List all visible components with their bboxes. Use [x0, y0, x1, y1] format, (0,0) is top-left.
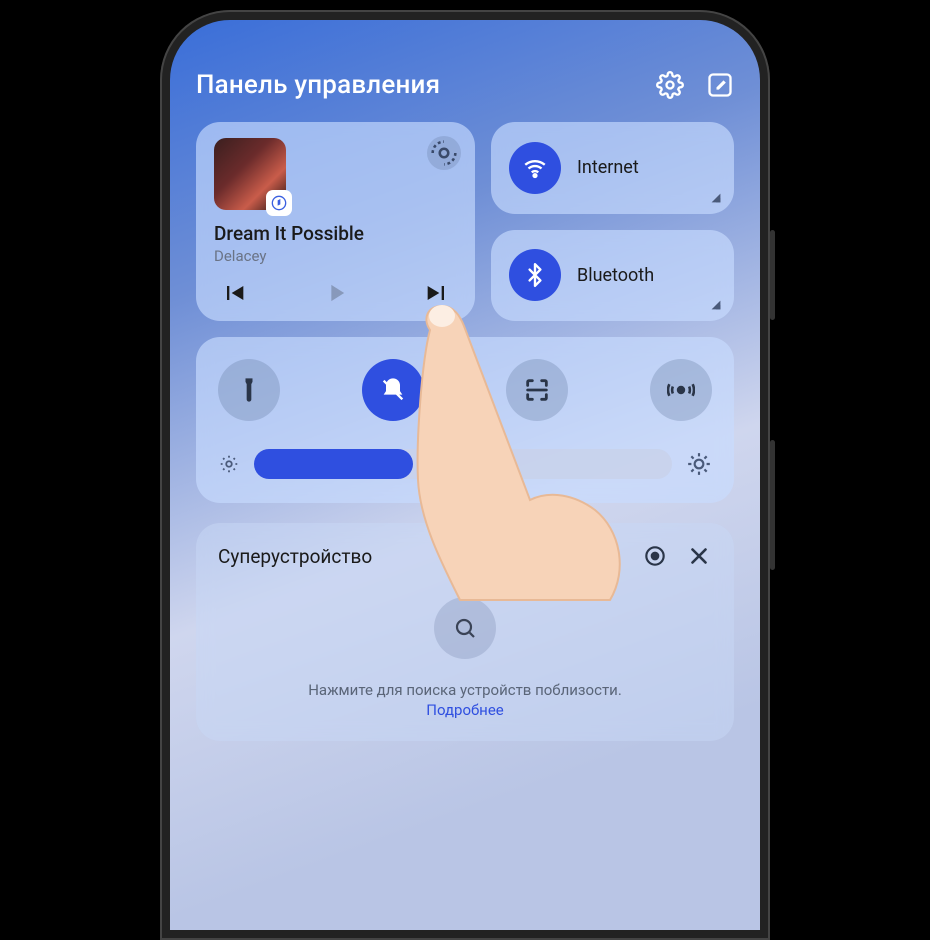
hw-button [770, 440, 775, 570]
bluetooth-icon [509, 249, 561, 301]
expand-corner-icon [712, 301, 721, 310]
internet-label: Internet [577, 157, 639, 178]
close-icon[interactable] [686, 543, 712, 569]
screenshot-toggle[interactable] [506, 359, 568, 421]
next-icon[interactable] [423, 279, 451, 307]
track-artist: Delacey [214, 247, 457, 265]
brightness-high-icon [686, 451, 712, 477]
wifi-icon [509, 142, 561, 194]
super-device-card: Суперустройство Нажмите для поиска устро… [196, 523, 734, 741]
header: Панель управления [196, 70, 734, 100]
search-devices-button[interactable] [434, 597, 496, 659]
nearby-share-toggle[interactable] [650, 359, 712, 421]
track-title: Dream It Possible [214, 222, 457, 245]
brightness-low-icon [218, 453, 240, 475]
super-device-title: Суперустройство [218, 545, 624, 568]
phone-frame: Панель управления Dream It Possible Dela… [160, 10, 770, 940]
quick-toggles-card [196, 337, 734, 503]
music-card[interactable]: Dream It Possible Delacey [196, 122, 475, 321]
bluetooth-label: Bluetooth [577, 265, 654, 286]
play-icon[interactable] [322, 279, 350, 307]
silent-toggle[interactable] [362, 359, 424, 421]
brightness-fill [254, 449, 413, 479]
super-device-message: Нажмите для поиска устройств поблизости. [218, 681, 712, 699]
edit-icon[interactable] [706, 71, 734, 99]
brightness-slider[interactable] [254, 449, 672, 479]
flashlight-toggle[interactable] [218, 359, 280, 421]
bluetooth-tile[interactable]: Bluetooth [491, 230, 734, 322]
album-art [214, 138, 286, 210]
screen: Панель управления Dream It Possible Dela… [170, 20, 760, 930]
hw-button [770, 230, 775, 320]
page-title: Панель управления [196, 70, 440, 100]
previous-icon[interactable] [220, 279, 248, 307]
super-device-link[interactable]: Подробнее [218, 701, 712, 719]
music-app-badge-icon [266, 190, 292, 216]
internet-tile[interactable]: Internet [491, 122, 734, 214]
expand-corner-icon [712, 193, 721, 202]
audio-output-icon[interactable] [427, 136, 461, 170]
gear-icon[interactable] [656, 71, 684, 99]
target-icon[interactable] [642, 543, 668, 569]
